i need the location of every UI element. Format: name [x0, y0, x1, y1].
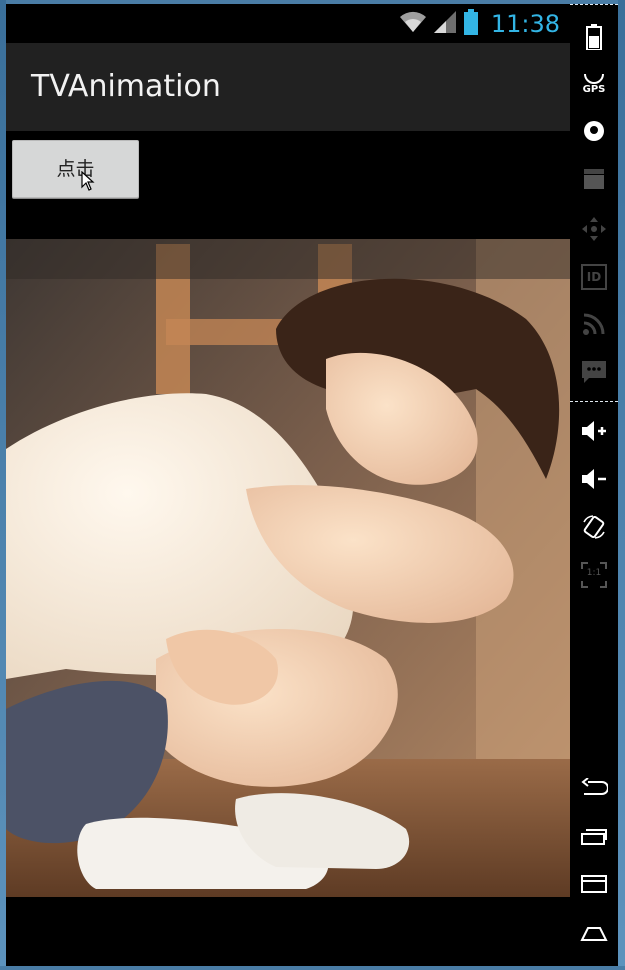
gps-label: GPS	[582, 84, 606, 95]
phone-screen: 11:38 TVAnimation 点击	[6, 4, 570, 966]
battery-icon[interactable]	[570, 24, 618, 50]
camera-icon[interactable]	[570, 119, 618, 143]
id-label: ID	[581, 264, 607, 290]
status-clock: 11:38	[490, 10, 560, 38]
id-icon[interactable]: ID	[570, 264, 618, 290]
signal-icon	[433, 10, 457, 38]
menu-icon[interactable]	[570, 874, 618, 894]
back-icon[interactable]	[570, 778, 618, 798]
dpad-icon[interactable]	[570, 216, 618, 242]
sms-icon[interactable]	[570, 360, 618, 384]
wifi-icon	[399, 10, 427, 38]
volume-down-icon[interactable]	[570, 467, 618, 491]
fullscreen-icon[interactable]: 1:1	[570, 562, 618, 588]
window-frame-right	[618, 0, 625, 970]
window-frame-bottom	[0, 966, 625, 970]
gps-icon[interactable]: GPS	[570, 72, 618, 95]
action-bar: TVAnimation	[6, 43, 570, 131]
video-icon[interactable]	[570, 167, 618, 189]
controls-divider	[570, 401, 618, 402]
battery-icon	[463, 9, 479, 39]
recent-apps-icon[interactable]	[570, 826, 618, 846]
rss-icon[interactable]	[570, 312, 618, 336]
volume-up-icon[interactable]	[570, 419, 618, 443]
rotate-icon[interactable]	[570, 514, 618, 540]
status-bar: 11:38	[6, 4, 570, 43]
photo-image	[6, 239, 570, 897]
emulator-controls: GPS ID 1:1	[570, 4, 618, 966]
home-icon[interactable]	[570, 922, 618, 942]
controls-divider	[570, 4, 618, 5]
scale-label: 1:1	[586, 568, 602, 578]
mouse-cursor-icon	[81, 171, 95, 191]
app-title: TVAnimation	[31, 69, 221, 104]
click-button[interactable]: 点击	[12, 140, 139, 198]
